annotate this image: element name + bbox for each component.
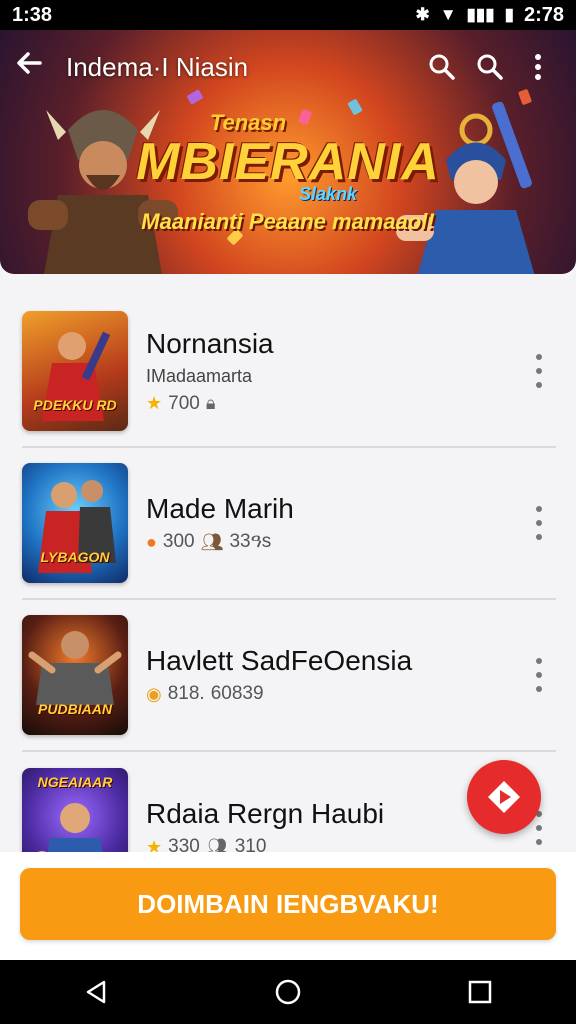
game-stat: 300 [162, 531, 195, 552]
game-info: Made Marih ● 300 👥︎ 33ዓs [146, 493, 556, 553]
game-meta: ★ 700 🔒︎ [146, 393, 556, 415]
search-icon [429, 54, 455, 80]
banner-kicker: Tenasn [209, 110, 287, 135]
game-subtitle: IMadaamarta [146, 365, 253, 386]
game-players: 33ዓs [229, 531, 272, 552]
wifi-icon: ▼ [439, 5, 457, 24]
lock-icon: 🔒︎ [205, 393, 216, 413]
game-info: Nornansia IMadaamarta ★ 700 🔒︎ [146, 328, 556, 415]
users-icon: 👥︎ [200, 531, 224, 552]
character-art [28, 631, 122, 705]
game-list-item[interactable]: LYBAGON Made Marih ● 300 👥︎ 33ዓs [22, 448, 556, 600]
game-rating: 700 [168, 392, 200, 414]
game-meta: ● 300 👥︎ 33ዓs [146, 531, 556, 553]
item-more-button[interactable] [532, 506, 546, 540]
character-art [42, 331, 111, 421]
search-button[interactable] [418, 52, 466, 82]
thumbnail-caption: PUDBIAAN [38, 701, 112, 717]
item-more-button[interactable] [532, 658, 546, 692]
overflow-menu-button[interactable] [514, 52, 562, 82]
game-info: Havlett SadFeOensia ◉ 818. 60839 [146, 645, 556, 705]
game-players: 60839 [210, 683, 264, 704]
status-time-right: 2:78 [523, 3, 564, 26]
game-stat: 818. [167, 683, 205, 704]
game-thumbnail[interactable]: PDEKKU RD [22, 311, 128, 431]
location-icon: ◉ [146, 683, 162, 704]
game-title: Nornansia [146, 327, 274, 359]
back-button[interactable] [14, 48, 58, 86]
search-icon [477, 54, 503, 80]
nav-home-button[interactable] [258, 970, 318, 1014]
game-title: Havlett SadFeOensia [146, 645, 413, 676]
banner-title-group: Tenasn MBIERANIA Slaknk Maanianti Peaane… [0, 110, 576, 235]
status-bar: 1:38 ✱ ▼ ▮▮▮ ▮ 2:78 [0, 0, 576, 30]
arrow-left-icon [17, 52, 42, 74]
square-recents-icon [468, 980, 492, 1004]
game-title: Made Marih [146, 493, 294, 524]
nav-recents-button[interactable] [450, 970, 510, 1014]
item-more-button[interactable] [532, 354, 546, 388]
thumbnail-caption: NGEAIAAR [37, 774, 113, 790]
fire-icon: ● [146, 531, 157, 552]
battery-icon: ▮ [504, 5, 514, 24]
bluetooth-icon: ✱ [415, 5, 430, 24]
signal-icon: ▮▮▮ [466, 5, 495, 24]
nav-back-button[interactable] [66, 970, 126, 1014]
system-navigation-bar [0, 960, 576, 1024]
thumbnail-caption: PDEKKU RD [33, 397, 117, 413]
game-thumbnail[interactable]: LYBAGON [22, 463, 128, 583]
app-bar: Indema·I Niasin [0, 30, 576, 104]
banner-tagline: Maanianti Peaane mamaaol! [141, 209, 435, 234]
play-fab-button[interactable] [467, 760, 541, 834]
thumbnail-caption: LYBAGON [40, 549, 110, 565]
primary-cta-button[interactable]: DOIMBAIN IENGBVAKU! [20, 868, 556, 940]
status-icons: ✱ ▼ ▮▮▮ ▮ 2:78 [415, 4, 564, 27]
game-list-item[interactable]: PUDBIAAN Havlett SadFeOensia ◉ 818. 6083… [22, 600, 556, 752]
more-vert-icon [535, 54, 541, 80]
search-button-secondary[interactable] [466, 52, 514, 82]
game-thumbnail[interactable]: PUDBIAAN [22, 615, 128, 735]
game-list-item[interactable]: PDEKKU RD Nornansia IMadaamarta ★ 700 🔒︎ [22, 296, 556, 448]
star-icon: ★ [146, 393, 163, 413]
status-time-left: 1:38 [12, 3, 53, 26]
page-title: Indema·I Niasin [66, 51, 249, 82]
game-meta: ◉ 818. 60839 [146, 683, 556, 705]
banner-subtitle: Slaknk [298, 184, 358, 204]
character-art [38, 480, 116, 573]
banner-headline: MBIERANIA [136, 133, 440, 191]
triangle-back-icon [86, 980, 106, 1004]
play-diamond-icon [488, 781, 520, 813]
circle-home-icon [275, 979, 301, 1005]
